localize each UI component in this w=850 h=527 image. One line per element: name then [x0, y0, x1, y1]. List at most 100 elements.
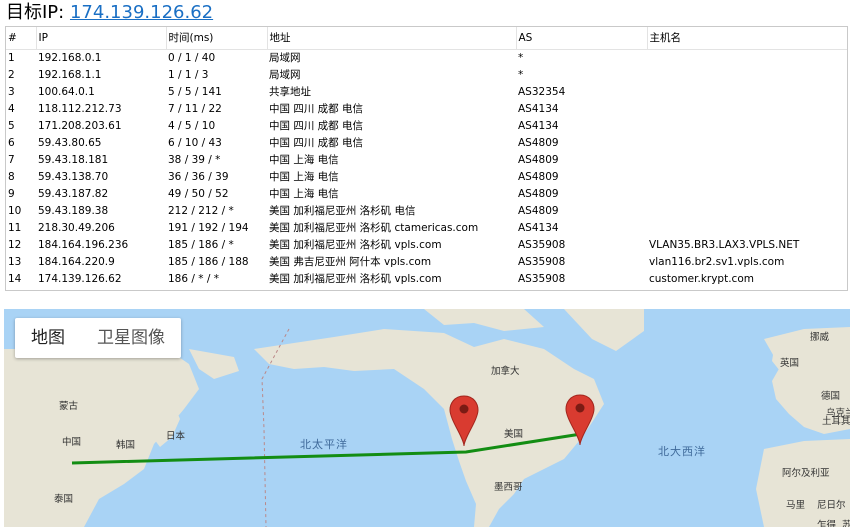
- cell-hop: 7: [8, 154, 15, 166]
- table-row[interactable]: 5 171.208.203.61 4 / 5 / 10 中国 四川 成都 电信 AS41…: [6, 118, 847, 135]
- cell-time: 7 / 11 / 22: [168, 103, 222, 115]
- table-row[interactable]: 4 118.112.212.73 7 / 11 / 22 中国 四川 成都 电信 AS4…: [6, 101, 847, 118]
- cell-hop: 6: [8, 137, 15, 149]
- label-germany: 德国: [821, 391, 841, 402]
- label-china: 中国: [62, 437, 82, 448]
- label-thailand: 泰国: [54, 494, 74, 505]
- cell-as: AS4809: [518, 137, 559, 149]
- cell-hop: 13: [8, 256, 22, 268]
- cell-time: 5 / 5 / 141: [168, 86, 222, 98]
- table-row[interactable]: 9 59.43.187.82 49 / 50 / 52 中国 上海 电信 AS4809: [6, 186, 847, 203]
- table-row[interactable]: 11 218.30.49.206 191 / 192 / 194 美国 加利福尼亚州 …: [6, 220, 847, 237]
- label-norway: 挪威: [810, 332, 830, 343]
- label-sudan: 苏丹: [842, 520, 850, 527]
- label-north-atlantic: 北大西洋: [658, 445, 706, 458]
- cell-time: 36 / 36 / 39: [168, 171, 229, 183]
- table-row[interactable]: 1 192.168.0.1 0 / 1 / 40 局域网 *: [6, 50, 847, 68]
- cell-hostname: [647, 186, 847, 203]
- cell-ip: 192.168.0.1: [38, 52, 102, 64]
- cell-hostname: [647, 118, 847, 135]
- cell-hostname: [647, 135, 847, 152]
- column-header-ip[interactable]: IP: [36, 27, 167, 50]
- label-mongolia: 蒙古: [59, 401, 79, 412]
- label-korea: 韩国: [116, 440, 136, 451]
- table-row[interactable]: 8 59.43.138.70 36 / 36 / 39 中国 上海 电信 AS4809: [6, 169, 847, 186]
- cell-ip: 59.43.138.70: [38, 171, 109, 183]
- label-north-pacific: 北太平洋: [300, 438, 348, 451]
- tab-satellite[interactable]: 卫星图像: [81, 318, 181, 358]
- cell-location: 美国 加利福尼亚州 洛杉矶 vpls.com: [269, 239, 442, 251]
- cell-hostname: [647, 203, 847, 220]
- table-row[interactable]: 2 192.168.1.1 1 / 1 / 3 局域网 *: [6, 67, 847, 84]
- cell-hostname: [647, 101, 847, 118]
- cell-hop: 1: [8, 52, 15, 64]
- column-header-hop[interactable]: #: [6, 27, 37, 50]
- cell-time: 185 / 186 / *: [168, 239, 234, 251]
- cell-hop: 2: [8, 69, 15, 81]
- table-row[interactable]: 13 184.164.220.9 185 / 186 / 188 美国 弗吉尼亚州 阿…: [6, 254, 847, 271]
- cell-time: 191 / 192 / 194: [168, 222, 249, 234]
- cell-hostname: [647, 220, 847, 237]
- cell-as: AS4809: [518, 171, 559, 183]
- cell-as: *: [518, 52, 524, 64]
- cell-hostname: [647, 169, 847, 186]
- cell-location: 中国 四川 成都 电信: [269, 103, 364, 115]
- cell-ip: 192.168.1.1: [38, 69, 102, 81]
- target-ip-link[interactable]: 174.139.126.62: [70, 2, 213, 23]
- table-row[interactable]: 6 59.43.80.65 6 / 10 / 43 中国 四川 成都 电信 AS4809: [6, 135, 847, 152]
- tab-map[interactable]: 地图: [15, 318, 81, 358]
- label-niger: 尼日尔: [817, 500, 846, 511]
- column-header-hostname[interactable]: 主机名: [647, 27, 847, 50]
- cell-hop: 10: [8, 205, 22, 217]
- cell-hop: 3: [8, 86, 15, 98]
- landmass-arctic-islands: [424, 309, 544, 331]
- label-turkey: 土耳其: [822, 416, 850, 427]
- cell-location: 美国 加利福尼亚州 洛杉矶 电信: [269, 205, 416, 217]
- cell-hop: 11: [8, 222, 22, 234]
- cell-as: AS32354: [518, 86, 566, 98]
- label-usa: 美国: [504, 429, 524, 440]
- table-row[interactable]: 14 174.139.126.62 186 / * / * 美国 加利福尼亚州 洛杉矶…: [6, 271, 847, 288]
- cell-time: 49 / 50 / 52: [168, 188, 229, 200]
- table-row[interactable]: 12 184.164.196.236 185 / 186 / * 美国 加利福尼亚州 …: [6, 237, 847, 254]
- cell-as: AS4134: [518, 222, 559, 234]
- table-row[interactable]: 7 59.43.18.181 38 / 39 / * 中国 上海 电信 AS4809: [6, 152, 847, 169]
- cell-time: 38 / 39 / *: [168, 154, 221, 166]
- cell-ip: 100.64.0.1: [38, 86, 95, 98]
- cell-hop: 9: [8, 188, 15, 200]
- cell-location: 美国 加利福尼亚州 洛杉矶 vpls.com: [269, 273, 442, 285]
- cell-ip: 59.43.187.82: [38, 188, 109, 200]
- cell-location: 中国 四川 成都 电信: [269, 120, 364, 132]
- cell-location: 中国 四川 成都 电信: [269, 137, 364, 149]
- cell-as: AS4134: [518, 120, 559, 132]
- landmass-greenland: [564, 309, 644, 351]
- cell-as: AS35908: [518, 273, 566, 285]
- cell-time: 1 / 1 / 3: [168, 69, 209, 81]
- cell-location: 局域网: [269, 69, 301, 81]
- cell-hostname: vlan116.br2.sv1.vpls.com: [649, 256, 785, 268]
- cell-hostname: [647, 84, 847, 101]
- cell-hop: 14: [8, 273, 22, 285]
- traceroute-table: # IP 时间(ms) 地址 AS 主机名 1 192.168.0.1 0 / 1 / 40 局…: [5, 26, 848, 291]
- cell-ip: 184.164.220.9: [38, 256, 115, 268]
- cell-location: 中国 上海 电信: [269, 171, 339, 183]
- cell-as: *: [518, 69, 524, 81]
- target-ip-header: 目标IP: 174.139.126.62: [6, 0, 213, 26]
- label-japan: 日本: [166, 431, 186, 442]
- column-header-as[interactable]: AS: [516, 27, 648, 50]
- cell-location: 中国 上海 电信: [269, 154, 339, 166]
- label-mexico: 墨西哥: [494, 482, 523, 493]
- column-header-time[interactable]: 时间(ms): [166, 27, 268, 50]
- cell-location: 美国 弗吉尼亚州 阿什本 vpls.com: [269, 256, 432, 268]
- cell-ip: 59.43.189.38: [38, 205, 109, 217]
- cell-ip: 174.139.126.62: [38, 273, 122, 285]
- map-type-tabs: 地图 卫星图像: [15, 318, 181, 358]
- table-row[interactable]: 10 59.43.189.38 212 / 212 / * 美国 加利福尼亚州 洛杉矶…: [6, 203, 847, 220]
- column-header-location[interactable]: 地址: [267, 27, 517, 50]
- cell-time: 0 / 1 / 40: [168, 52, 216, 64]
- cell-ip: 218.30.49.206: [38, 222, 115, 234]
- cell-hostname: [647, 50, 847, 68]
- table-header-row: # IP 时间(ms) 地址 AS 主机名: [6, 27, 847, 50]
- table-row[interactable]: 3 100.64.0.1 5 / 5 / 141 共享地址 AS32354: [6, 84, 847, 101]
- route-map[interactable]: 地图 卫星图像 蒙古 中国 韩国 日本 泰国 北太平洋 北大西洋 加拿大 美国 …: [4, 309, 850, 527]
